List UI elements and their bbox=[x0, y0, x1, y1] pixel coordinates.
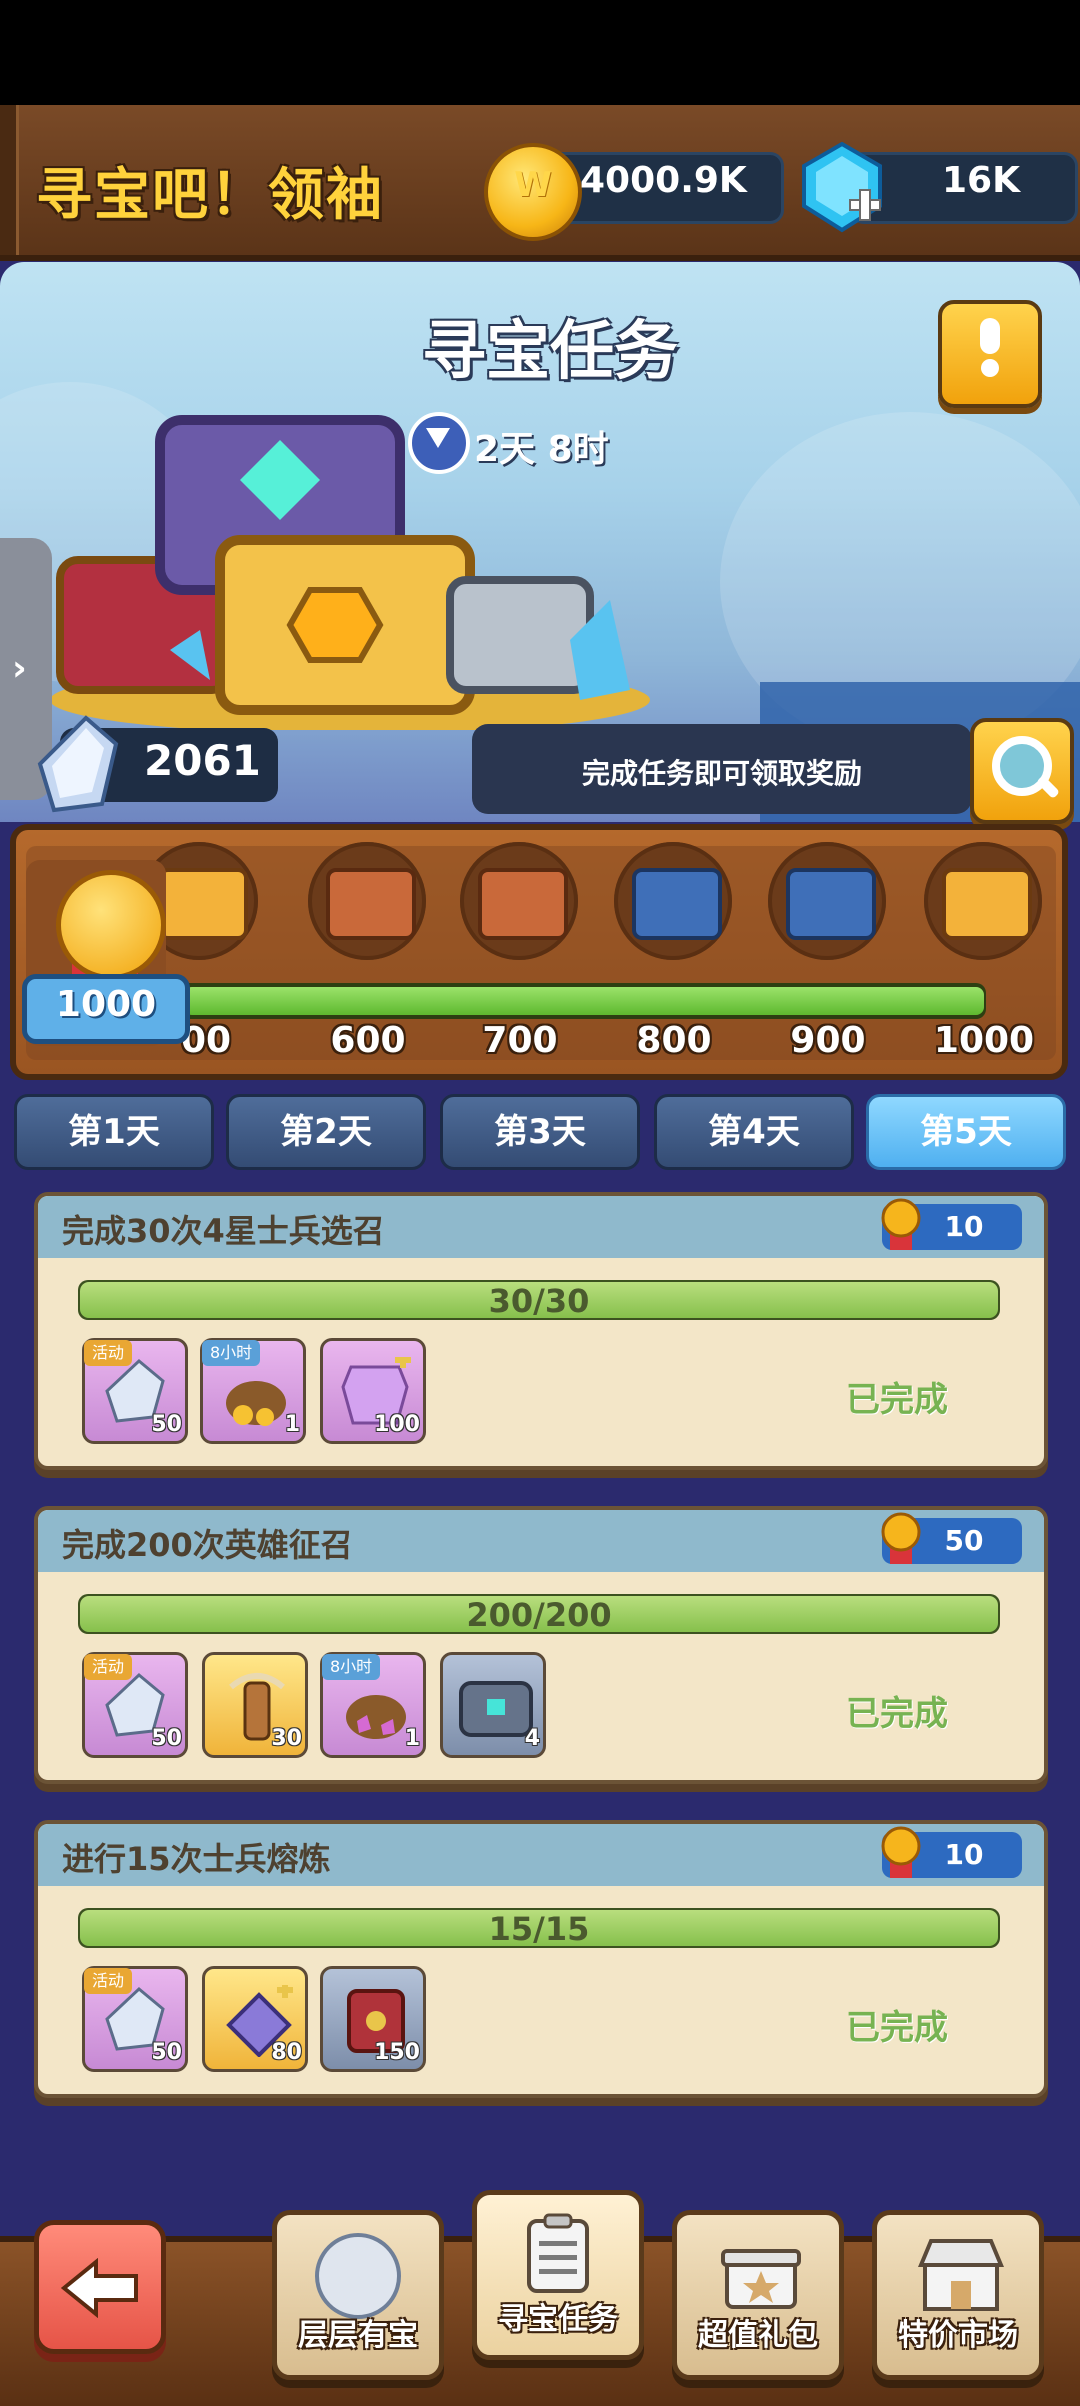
nav-special-market[interactable] bbox=[872, 2210, 1044, 2380]
task-progress-text: 200/200 bbox=[466, 1596, 612, 1634]
task-progress-text: 15/15 bbox=[488, 1910, 590, 1948]
gem-plus-icon[interactable] bbox=[800, 142, 884, 234]
back-arrow-icon bbox=[60, 2258, 138, 2318]
status-bar bbox=[0, 0, 1080, 105]
milestone-label: 1000 bbox=[933, 1020, 1035, 1061]
reward-count: 100 bbox=[374, 1412, 420, 1437]
reward-tag: 活动 bbox=[84, 1654, 133, 1680]
milestone-progress-fill bbox=[184, 987, 984, 1015]
milestone-chest-2[interactable] bbox=[308, 842, 426, 960]
medal-icon bbox=[881, 1512, 921, 1564]
task-title: 进行15次士兵熔炼 bbox=[62, 1840, 331, 1878]
shop-stall-icon bbox=[918, 2239, 1004, 2311]
crystal-icon bbox=[37, 715, 119, 813]
nav-label: 层层有宝 bbox=[298, 2318, 418, 2353]
wood-chest-icon bbox=[326, 868, 416, 940]
tab-day-5[interactable]: 第5天 bbox=[866, 1094, 1066, 1170]
task-progress-text: 30/30 bbox=[488, 1282, 590, 1320]
task-title: 完成30次4星士兵选召 bbox=[62, 1212, 385, 1250]
header-edge bbox=[0, 105, 19, 255]
nav-floor-treasure[interactable] bbox=[272, 2210, 444, 2380]
search-button[interactable] bbox=[970, 718, 1074, 824]
points-value: 10 bbox=[944, 1838, 984, 1871]
milestone-chest-3[interactable] bbox=[460, 842, 578, 960]
reward-tag: 活动 bbox=[84, 1968, 133, 1994]
current-score: 1000 bbox=[55, 984, 157, 1025]
task-status: 已完成 bbox=[846, 1380, 948, 1420]
blue-chest-icon bbox=[786, 868, 876, 940]
medal-icon bbox=[56, 870, 166, 980]
reward-count: 80 bbox=[271, 2040, 302, 2065]
tab-day-4[interactable]: 第4天 bbox=[654, 1094, 854, 1170]
reward-tag: 8小时 bbox=[202, 1340, 261, 1366]
milestone-chest-5[interactable] bbox=[768, 842, 886, 960]
info-button[interactable] bbox=[938, 300, 1042, 408]
hint-text: 完成任务即可领取奖励 bbox=[581, 757, 862, 790]
reward-count: 50 bbox=[151, 1726, 182, 1751]
points-value: 50 bbox=[944, 1524, 984, 1557]
gem-amount: 16K bbox=[942, 160, 1020, 201]
coin-icon bbox=[484, 143, 582, 241]
reward-tag: 活动 bbox=[84, 1340, 133, 1366]
floor-treasure-icon bbox=[315, 2233, 401, 2319]
nav-value-pack[interactable] bbox=[672, 2210, 844, 2380]
blue-chest-icon bbox=[632, 868, 722, 940]
milestone-label: 700 bbox=[482, 1020, 558, 1061]
medal-icon bbox=[881, 1826, 921, 1878]
reward-count: 150 bbox=[374, 2040, 420, 2065]
nav-label: 特价市场 bbox=[898, 2318, 1018, 2353]
chevron-right-icon: › bbox=[12, 648, 27, 689]
milestone-chest-4[interactable] bbox=[614, 842, 732, 960]
milestone-label: 800 bbox=[636, 1020, 712, 1061]
milestone-label: 900 bbox=[790, 1020, 866, 1061]
clipboard-icon bbox=[527, 2213, 589, 2293]
reward-count: 1 bbox=[284, 1412, 300, 1437]
tab-day-1[interactable]: 第1天 bbox=[14, 1094, 214, 1170]
reward-count: 30 bbox=[271, 1726, 302, 1751]
reward-count: 1 bbox=[404, 1726, 420, 1751]
tab-day-2[interactable]: 第2天 bbox=[226, 1094, 426, 1170]
gold-chest-icon bbox=[942, 868, 1032, 940]
reward-count: 50 bbox=[151, 2040, 182, 2065]
reward-count: 50 bbox=[151, 1412, 182, 1437]
medal-icon bbox=[881, 1198, 921, 1250]
exclamation-icon bbox=[980, 318, 1000, 377]
milestone-chest-6[interactable] bbox=[924, 842, 1042, 960]
nav-label: 寻宝任务 bbox=[498, 2302, 618, 2337]
app-title: 寻宝吧！领袖 bbox=[36, 163, 384, 228]
page-title: 寻宝任务 bbox=[422, 315, 678, 389]
reward-tag: 8小时 bbox=[322, 1654, 381, 1680]
task-status: 已完成 bbox=[846, 2008, 948, 2048]
gift-box-icon bbox=[721, 2249, 801, 2309]
wood-chest-icon bbox=[478, 868, 568, 940]
task-title: 完成200次英雄征召 bbox=[62, 1526, 353, 1564]
nav-label: 超值礼包 bbox=[698, 2318, 818, 2353]
milestone-label: 600 bbox=[330, 1020, 406, 1061]
treasure-chests-illustration bbox=[50, 415, 650, 730]
gold-chest-icon bbox=[158, 868, 248, 940]
reward-count: 4 bbox=[524, 1726, 540, 1751]
crystal-amount: 2061 bbox=[144, 736, 261, 785]
task-status: 已完成 bbox=[846, 1694, 948, 1734]
points-value: 10 bbox=[944, 1210, 984, 1243]
tab-day-3[interactable]: 第3天 bbox=[440, 1094, 640, 1170]
coin-amount: 4000.9K bbox=[580, 160, 747, 201]
